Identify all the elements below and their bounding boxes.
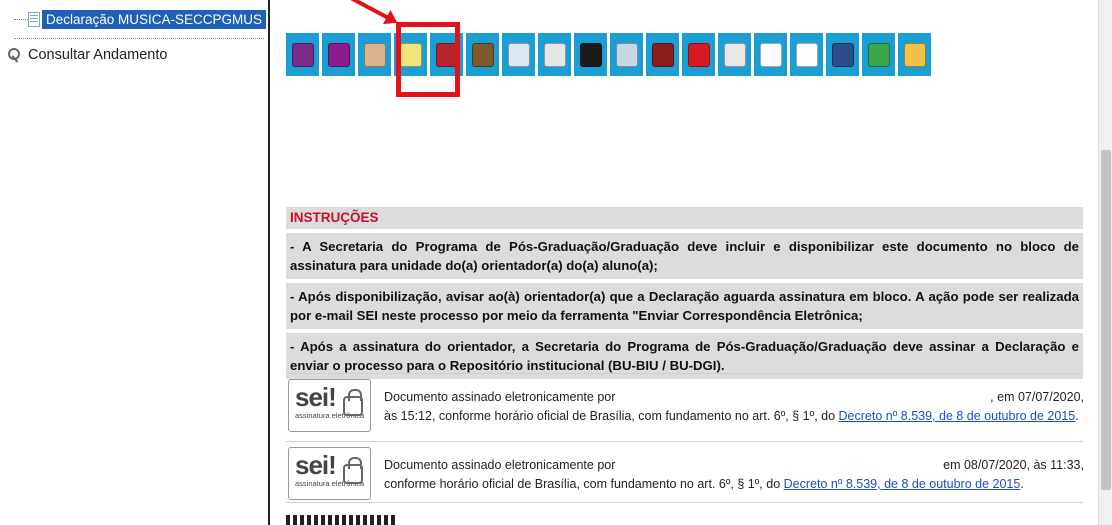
signature-tail: .	[1075, 409, 1079, 423]
qr-code	[286, 515, 396, 525]
tree-separator	[14, 38, 264, 39]
toolbar-button-favorite-document[interactable]	[718, 33, 751, 76]
scroll-edit-icon	[471, 42, 494, 67]
signature-text: Documento assinado eletronicamente por e…	[384, 456, 1084, 494]
email-icon	[507, 42, 530, 67]
toolbar-button-hand[interactable]	[358, 33, 391, 76]
consultar-andamento-label: Consultar Andamento	[28, 47, 168, 63]
signature-line2: conforme horário oficial de Brasília, co…	[384, 477, 784, 491]
instruction-item: - Após disponibilização, avisar ao(à) or…	[286, 283, 1083, 329]
toolbar-button-version[interactable]	[790, 33, 823, 76]
delete-document-icon	[903, 42, 926, 67]
consultar-andamento-link[interactable]: Consultar Andamento	[8, 47, 167, 63]
version-icon	[795, 42, 818, 67]
toolbar-button-sign-document[interactable]	[610, 33, 643, 76]
cancel-icon	[687, 42, 710, 67]
signature-block: sei! assinatura eletrônica Documento ass…	[286, 441, 1084, 503]
toolbar-button-delete-document[interactable]	[898, 33, 931, 76]
toolbar-button-scroll-edit[interactable]	[466, 33, 499, 76]
panel-divider[interactable]	[268, 0, 270, 525]
recycle-bin-icon	[867, 42, 890, 67]
instructions-heading: INSTRUÇÕES	[286, 207, 1083, 229]
process-tree-panel: Declaração MUSICA-SECCPGMUS Consultar An…	[0, 0, 268, 525]
tree-connector	[14, 19, 28, 20]
toolbar-button-eye[interactable]	[322, 33, 355, 76]
toolbar-button-print-globe[interactable]	[826, 33, 859, 76]
key-icon	[8, 48, 22, 62]
toolbar-button-document-list[interactable]	[538, 33, 571, 76]
signature-line2: às 15:12, conforme horário oficial de Br…	[384, 409, 839, 423]
toolbar-button-pen[interactable]	[574, 33, 607, 76]
print-globe-icon	[831, 42, 854, 67]
people-icon	[291, 42, 314, 67]
sei-seal-icon: sei! assinatura eletrônica	[288, 379, 371, 432]
instruction-item: - A Secretaria do Programa de Pós-Gradua…	[286, 233, 1083, 279]
annotation-arrow	[331, 0, 395, 23]
document-list-icon	[543, 42, 566, 67]
vertical-scrollbar[interactable]	[1098, 0, 1112, 525]
lock-icon	[343, 389, 363, 416]
scrollbar-thumb[interactable]	[1101, 150, 1111, 490]
seal-title: sei!	[295, 382, 337, 412]
toolbar-button-cancel[interactable]	[682, 33, 715, 76]
signature-line-start: Documento assinado eletronicamente por	[384, 390, 616, 404]
toolbar-button-copy-documents[interactable]	[754, 33, 787, 76]
signature-text: Documento assinado eletronicamente por ,…	[384, 388, 1084, 426]
toolbar-button-recycle-bin[interactable]	[862, 33, 895, 76]
signature-date: , em 07/07/2020,	[990, 390, 1084, 404]
document-icon	[28, 12, 40, 27]
signature-tail: .	[1020, 477, 1024, 491]
pen-icon	[579, 42, 602, 67]
toolbar-button-books[interactable]	[646, 33, 679, 76]
favorite-document-icon	[723, 42, 746, 67]
toolbar-button-people[interactable]	[286, 33, 319, 76]
decreto-link[interactable]: Decreto nº 8.539, de 8 de outubro de 201…	[839, 409, 1076, 423]
copy-documents-icon	[759, 42, 782, 67]
seal-title: sei!	[295, 450, 337, 480]
books-icon	[651, 42, 674, 67]
sign-document-icon	[615, 42, 638, 67]
document-toolbar	[286, 33, 931, 76]
decreto-link[interactable]: Decreto nº 8.539, de 8 de outubro de 201…	[784, 477, 1021, 491]
sei-window: Declaração MUSICA-SECCPGMUS Consultar An…	[0, 0, 1112, 525]
signature-block: sei! assinatura eletrônica Documento ass…	[286, 373, 1084, 437]
sei-seal-icon: sei! assinatura eletrônica	[288, 447, 371, 500]
annotation-highlight-box	[396, 22, 460, 97]
hand-icon	[363, 42, 386, 67]
toolbar-button-email[interactable]	[502, 33, 535, 76]
tree-item-declaracao[interactable]: Declaração MUSICA-SECCPGMUS	[42, 10, 267, 29]
lock-icon	[343, 457, 363, 484]
document-view: INSTRUÇÕES - A Secretaria do Programa de…	[272, 0, 1098, 525]
signature-line-start: Documento assinado eletronicamente por	[384, 458, 616, 472]
eye-icon	[327, 42, 350, 67]
instructions-box: INSTRUÇÕES - A Secretaria do Programa de…	[286, 207, 1083, 379]
signature-date: em 08/07/2020, às 11:33,	[943, 458, 1084, 472]
